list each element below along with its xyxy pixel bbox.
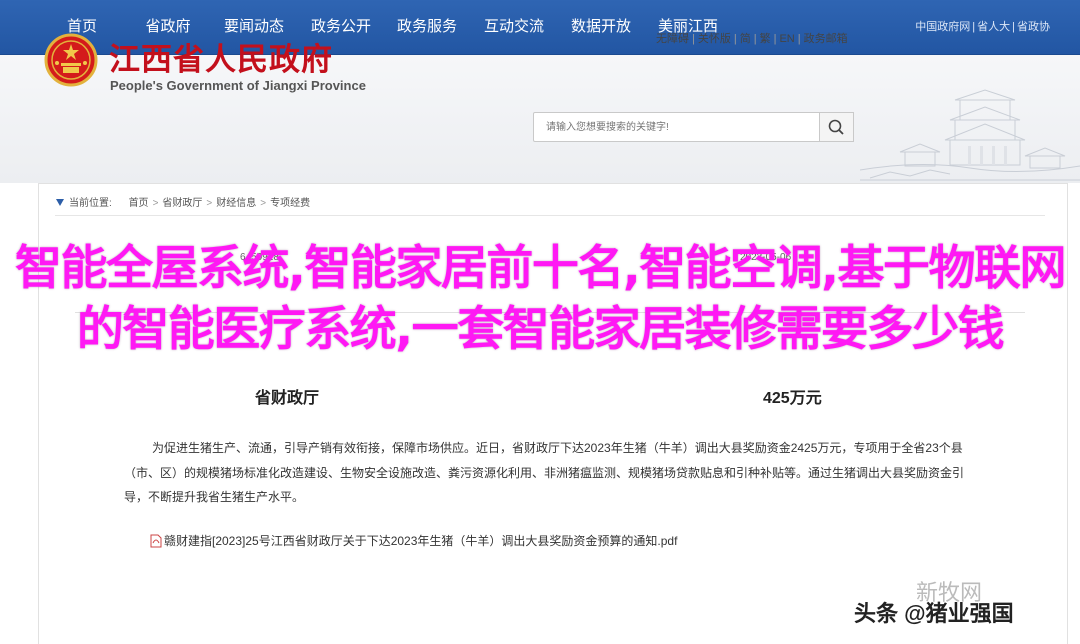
tool-english[interactable]: EN (779, 33, 794, 45)
pdf-icon (150, 534, 162, 548)
breadcrumb-finance-info[interactable]: 财经信息 (216, 198, 256, 209)
breadcrumb: 当前位置: 首页 > 省财政厅 > 财经信息 > 专项经费 (56, 194, 310, 209)
breadcrumb-special-funds[interactable]: 专项经费 (270, 198, 310, 209)
search-box (533, 112, 821, 142)
search-input[interactable] (544, 113, 818, 141)
site-subtitle: People's Government of Jiangxi Province (110, 78, 366, 93)
header-tools: 无障碍 | 关怀版 | 简 | 繁 | EN | 政务邮箱 (656, 33, 848, 45)
article-paragraph: 为促进生猪生产、流通，引导产销有效衔接，保障市场供应。近日，省财政厅下达2023… (124, 441, 965, 504)
tool-accessibility[interactable]: 无障碍 (656, 33, 689, 45)
nav-item-interaction[interactable]: 互动交流 (476, 0, 552, 54)
nav-item-open-data[interactable]: 数据开放 (563, 0, 639, 54)
link-cppcc[interactable]: 省政协 (1017, 21, 1050, 33)
tool-gov-mail[interactable]: 政务邮箱 (804, 33, 848, 45)
link-provincial-congress[interactable]: 省人大 (977, 21, 1010, 33)
nav-external-links: 中国政府网 | 省人大 | 省政协 (915, 21, 1050, 33)
breadcrumb-home[interactable]: 首页 (129, 198, 149, 209)
overlay-headline: 智能全屋系统,智能家居前十名,智能空调,基于物联网的智能医疗系统,一套智能家居装… (14, 241, 1067, 357)
location-icon (56, 199, 64, 206)
national-emblem-icon (44, 33, 98, 87)
tool-simplified[interactable]: 简 (740, 33, 751, 45)
link-china-gov[interactable]: 中国政府网 (915, 21, 970, 33)
tool-traditional[interactable]: 繁 (760, 33, 771, 45)
source-credit: 头条 @猪业强国 (854, 601, 1014, 626)
search-icon (828, 119, 844, 135)
breadcrumb-label: 当前位置: (69, 198, 112, 209)
site-title[interactable]: 江西省人民政府 (109, 34, 333, 79)
article-title-end: 425万元 (763, 390, 822, 407)
attachment-link[interactable]: 赣财建指[2023]25号江西省财政厅关于下达2023年生猪（牛羊）调出大县奖励… (150, 532, 677, 549)
tool-care-mode[interactable]: 关怀版 (698, 33, 731, 45)
attachment-filename[interactable]: 赣财建指[2023]25号江西省财政厅关于下达2023年生猪（牛羊）调出大县奖励… (164, 534, 677, 548)
breadcrumb-finance-dept[interactable]: 省财政厅 (162, 198, 202, 209)
tengwang-pavilion-illustration (860, 89, 1080, 181)
search-button[interactable] (819, 112, 854, 142)
nav-item-services[interactable]: 政务服务 (389, 0, 465, 54)
breadcrumb-divider (55, 215, 1045, 216)
article-title-start: 省财政厅 (255, 390, 320, 407)
